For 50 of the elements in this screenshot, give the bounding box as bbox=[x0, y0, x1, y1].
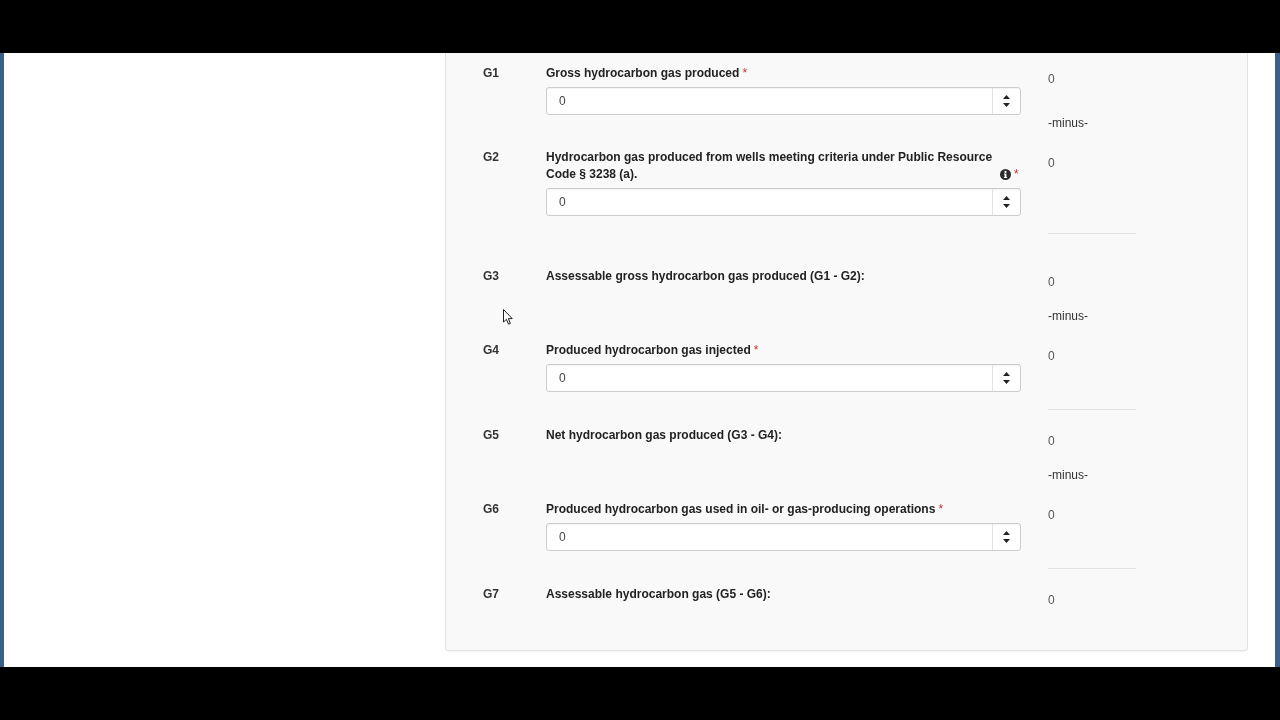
decrement-button[interactable] bbox=[1003, 103, 1010, 107]
caret-up-icon bbox=[1003, 95, 1010, 99]
field-label: Hydrocarbon gas produced from wells meeting criteria under Public Resource Code § 3238 (a). bbox=[546, 149, 994, 183]
caret-up-icon bbox=[1003, 372, 1010, 376]
operator-text: -minus- bbox=[1048, 467, 1088, 484]
field-label: Produced hydrocarbon gas injected bbox=[546, 342, 751, 359]
operator-text: -minus- bbox=[1048, 115, 1088, 132]
required-mark: * bbox=[1014, 166, 1019, 183]
number-field[interactable]: 0 bbox=[546, 188, 1021, 216]
line-code: G7 bbox=[483, 586, 499, 603]
caret-down-icon bbox=[1003, 103, 1010, 107]
required-mark: * bbox=[938, 501, 944, 518]
computed-value: 0 bbox=[1048, 348, 1055, 365]
cursor-icon bbox=[503, 309, 513, 325]
decrement-button[interactable] bbox=[1003, 380, 1010, 384]
field-label: Net hydrocarbon gas produced (G3 - G4): bbox=[546, 427, 783, 444]
caret-down-icon bbox=[1003, 539, 1010, 543]
caret-down-icon bbox=[1003, 380, 1010, 384]
decrement-button[interactable] bbox=[1003, 204, 1010, 208]
info-icon[interactable] bbox=[1000, 169, 1011, 180]
increment-button[interactable] bbox=[1003, 95, 1010, 99]
required-mark: * bbox=[753, 342, 759, 359]
number-field[interactable]: 0 bbox=[546, 87, 1021, 115]
computed-value: 0 bbox=[1048, 592, 1055, 609]
caret-up-icon bbox=[1003, 196, 1010, 200]
operator-text: -minus- bbox=[1048, 308, 1088, 325]
increment-button[interactable] bbox=[1003, 372, 1010, 376]
field-label: Assessable gross hydrocarbon gas produced (G1 - G2): bbox=[546, 268, 865, 285]
computed-value: 0 bbox=[1048, 155, 1055, 172]
line-code: G2 bbox=[483, 149, 499, 166]
computed-value: 0 bbox=[1048, 433, 1055, 450]
line-code: G3 bbox=[483, 268, 499, 285]
line-code: G1 bbox=[483, 65, 499, 82]
caret-down-icon bbox=[1003, 204, 1010, 208]
line-code: G5 bbox=[483, 427, 499, 444]
increment-button[interactable] bbox=[1003, 531, 1010, 535]
field-label: Produced hydrocarbon gas used in oil- or gas-producing operations bbox=[546, 501, 936, 518]
computed-value: 0 bbox=[1048, 507, 1055, 524]
required-mark: * bbox=[742, 65, 748, 82]
field-label: Gross hydrocarbon gas produced bbox=[546, 65, 740, 82]
line-code: G6 bbox=[483, 501, 499, 518]
line-code: G4 bbox=[483, 342, 499, 359]
computed-value: 0 bbox=[1048, 274, 1055, 291]
decrement-button[interactable] bbox=[1003, 539, 1010, 543]
computed-value: 0 bbox=[1048, 71, 1055, 88]
number-field[interactable]: 0 bbox=[546, 523, 1021, 551]
increment-button[interactable] bbox=[1003, 196, 1010, 200]
field-label: Assessable hydrocarbon gas (G5 - G6): bbox=[546, 586, 771, 603]
caret-up-icon bbox=[1003, 531, 1010, 535]
number-field[interactable]: 0 bbox=[546, 364, 1021, 392]
